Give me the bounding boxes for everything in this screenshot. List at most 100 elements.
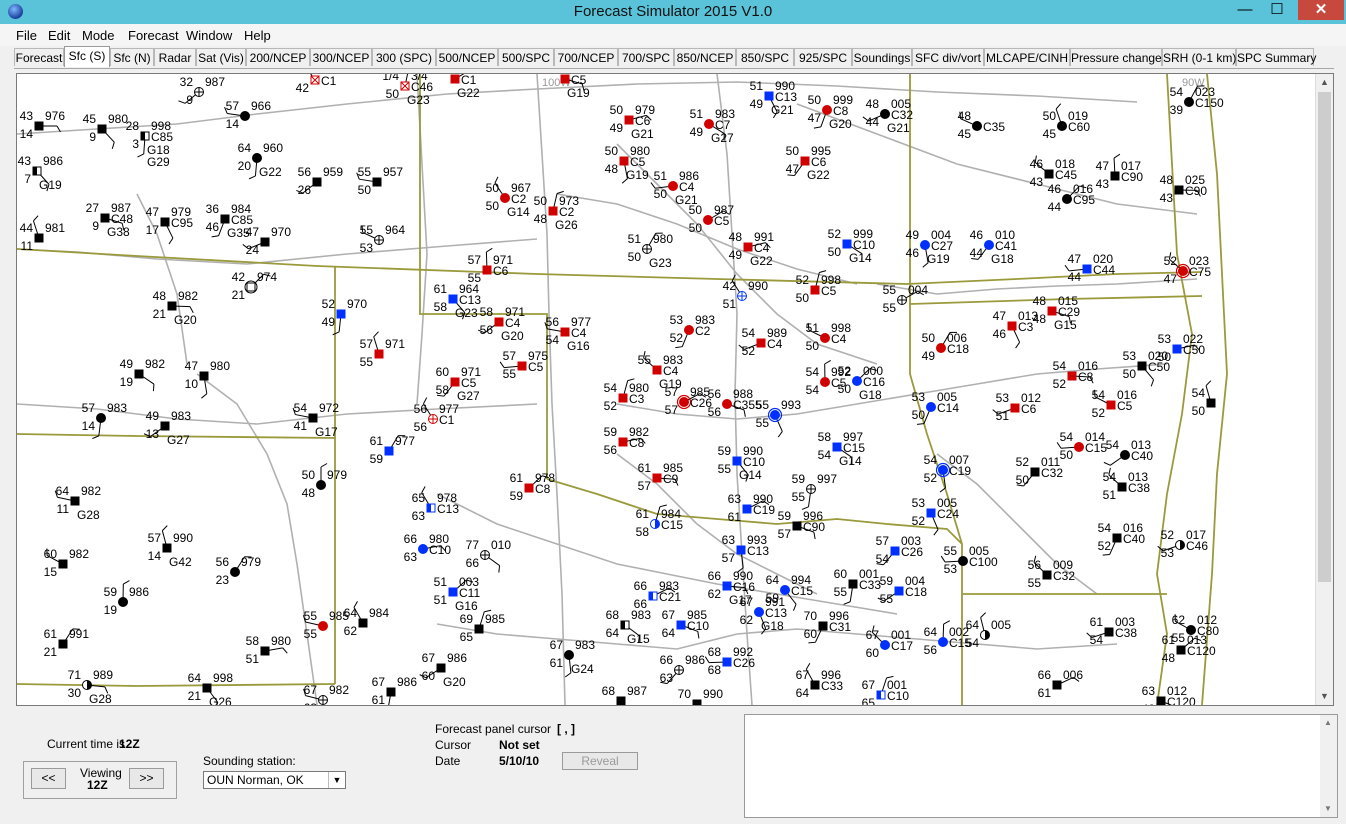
station-plot[interactable]: 5452989C4	[738, 326, 788, 358]
station-plots[interactable]: 4314976 459980283998C85G18G29329987571496…	[18, 74, 1224, 705]
station-plot[interactable]: 6159978C8	[510, 471, 556, 503]
scroll-up-arrow-icon[interactable]: ▲	[1316, 74, 1333, 91]
station-plot[interactable]: 47 24 970	[242, 225, 292, 257]
station-plot[interactable]: 6361990C19	[728, 492, 776, 524]
tab-300-ncep[interactable]: 300/NCEP	[310, 48, 372, 66]
station-plot[interactable]: 5149990C13G21	[750, 79, 798, 119]
tab-925-spc[interactable]: 925/SPC	[794, 48, 852, 66]
station-plot[interactable]: 5452016C8	[1053, 359, 1099, 391]
station-plot[interactable]: 57 14 990 G42	[148, 525, 194, 569]
station-plot[interactable]: 6764985C10	[662, 608, 710, 640]
station-plot[interactable]: 5755975C5	[499, 349, 548, 381]
station-plot[interactable]: 56 23 979	[216, 555, 262, 587]
station-plot[interactable]: 55 55 004	[883, 283, 929, 315]
tab-sat-vis[interactable]: Sat (Vis)	[196, 48, 246, 66]
station-plot[interactable]: 57 14 966	[224, 99, 272, 131]
station-plot[interactable]: 50 48 979	[302, 463, 348, 501]
station-plot[interactable]: 5553005C100	[940, 544, 998, 576]
station-plot[interactable]: 5250000C16G18	[838, 364, 886, 402]
station-plot[interactable]: 5351012C6	[992, 391, 1042, 423]
station-plot[interactable]: 51 50 980 G23	[628, 232, 674, 270]
station-plot[interactable]: 61 21 991	[44, 627, 90, 659]
station-plot[interactable]: 4744020C44	[1064, 252, 1115, 284]
station-plot[interactable]: 67 61 983 G24	[550, 638, 596, 678]
station-plot[interactable]: C1G22	[450, 74, 480, 100]
station-plot[interactable]: 49 19 982	[120, 357, 166, 392]
station-plot[interactable]: 5150986C4G21	[650, 169, 699, 207]
station-plot[interactable]: 5955990C10G14	[718, 444, 766, 482]
menu-file[interactable]: File	[16, 28, 37, 43]
station-plot[interactable]: 5250998C5	[796, 270, 842, 305]
tab-pressure-change[interactable]: Pressure change	[1070, 48, 1162, 66]
station-plot[interactable]: 5452016C40	[1098, 521, 1146, 556]
station-plot[interactable]: 59 19 986	[104, 580, 150, 617]
station-plot[interactable]: 6563978C13	[412, 486, 460, 523]
station-plot[interactable]: 67 61 986	[372, 675, 418, 705]
scroll-down-arrow-icon[interactable]: ▼	[1324, 804, 1332, 813]
station-plot[interactable]: 5451013C38	[1103, 467, 1151, 502]
station-plot[interactable]: 5452016C5	[1092, 388, 1138, 420]
station-plot[interactable]: 4849991C4G22	[729, 230, 775, 268]
sounding-station-select[interactable]: OUN Norman, OK ▼	[203, 771, 346, 789]
tab-300-spc[interactable]: 300 (SPC)	[372, 48, 436, 66]
station-plot[interactable]: 67 63 982	[303, 683, 350, 705]
station-plot[interactable]: 5350005C14	[912, 390, 960, 425]
tab-srh[interactable]: SRH (0-1 km)	[1162, 48, 1236, 66]
tab-sfc-div-vort[interactable]: SFC div/vort	[912, 48, 984, 66]
station-plot[interactable]: 5352005C24	[912, 496, 960, 536]
station-plot[interactable]: 5955004C18	[877, 574, 928, 606]
surface-map[interactable]: 100W 90W 4314976 459980283998C85G18G29329…	[17, 74, 1317, 705]
station-plot[interactable]: 5049006C18	[922, 331, 970, 363]
tab-850-ncep[interactable]: 850/NCEP	[674, 48, 736, 66]
scroll-up-arrow-icon[interactable]: ▲	[1324, 718, 1332, 727]
station-plot[interactable]: 279987C48G38	[86, 201, 134, 239]
station-plot[interactable]: 5047999C8G20	[808, 93, 854, 131]
station-plot[interactable]: 5149983C7G27	[690, 107, 736, 145]
station-plot[interactable]: 5050987C5	[689, 203, 735, 235]
station-plot[interactable]: 6456002C15	[924, 620, 972, 657]
station-plot[interactable]: 5048980C5G19	[605, 144, 651, 184]
tab-700-spc[interactable]: 700/SPC	[618, 48, 674, 66]
tab-soundings[interactable]: Soundings	[852, 48, 912, 66]
station-plot[interactable]: 54 013C40	[1103, 438, 1153, 466]
station-plot[interactable]: 60 15 982	[44, 547, 90, 579]
station-plot[interactable]: 5048973C2G26	[534, 190, 580, 232]
tab-spc-summary[interactable]: SPC Summary	[1236, 48, 1316, 66]
station-plot[interactable]: 6158984C15	[636, 504, 684, 539]
station-plot[interactable]: 71 30 989 G28	[68, 668, 114, 705]
station-plot[interactable]: 6055001C33	[834, 567, 882, 605]
station-plot[interactable]: 4743017C90	[1096, 153, 1144, 191]
station-plot[interactable]: 64 11 982 G28	[54, 484, 101, 522]
tab-200-ncep[interactable]: 200/NCEP	[246, 48, 310, 66]
station-plot[interactable]: 459980	[83, 112, 129, 150]
station-plot[interactable]: 5250999C10G14	[828, 227, 876, 265]
station-plot[interactable]: 5350020C50	[1123, 349, 1171, 387]
station-plot[interactable]: 57 55 971	[360, 331, 406, 369]
tab-sfc-s[interactable]: Sfc (S)	[64, 46, 110, 67]
forecast-text-panel[interactable]: ▲ ▼	[744, 714, 1338, 818]
station-plot[interactable]: 6154003C38	[1086, 615, 1138, 647]
tab-mlcape-cinh[interactable]: MLCAPE/CINH	[984, 48, 1070, 66]
station-plot[interactable]: 68 987	[602, 684, 648, 705]
station-plot[interactable]: 5655009C32	[1028, 555, 1076, 590]
station-plot[interactable]: 64 20 960 G22	[238, 141, 284, 180]
station-plot[interactable]: 44 11 981	[20, 215, 66, 253]
station-plot[interactable]: 5654977C4G16	[544, 315, 591, 353]
menu-forecast[interactable]: Forecast	[128, 28, 179, 43]
surface-map-panel[interactable]: 100W 90W 43 14 976 45 9 980 28 3 998 C85 G18 G29 32 9…	[16, 73, 1334, 706]
station-plot[interactable]: 5757985C26	[665, 385, 713, 417]
tab-500-spc[interactable]: 500/SPC	[498, 48, 554, 66]
close-button[interactable]: ✕	[1298, 0, 1344, 20]
tab-700-ncep[interactable]: 700/NCEP	[554, 48, 618, 66]
station-plot[interactable]: 5452007C19	[924, 453, 972, 493]
station-plot[interactable]: 68 64 983 G15	[606, 608, 652, 646]
tab-850-spc[interactable]: 850/SPC	[736, 48, 794, 66]
station-plot[interactable]: 5856971C4G20	[477, 305, 525, 343]
tab-500-ncep[interactable]: 500/NCEP	[436, 48, 498, 66]
station-plot[interactable]: 5253017C46	[1157, 528, 1209, 560]
station-plot[interactable]: 61 59 977	[370, 434, 416, 466]
station-plot[interactable]: 4843025C90	[1160, 173, 1208, 205]
station-plot[interactable]: 52 49 970	[322, 297, 368, 336]
station-plot[interactable]: 5045019C60	[1043, 103, 1091, 141]
station-plot[interactable]: 56 26 959	[296, 165, 343, 197]
